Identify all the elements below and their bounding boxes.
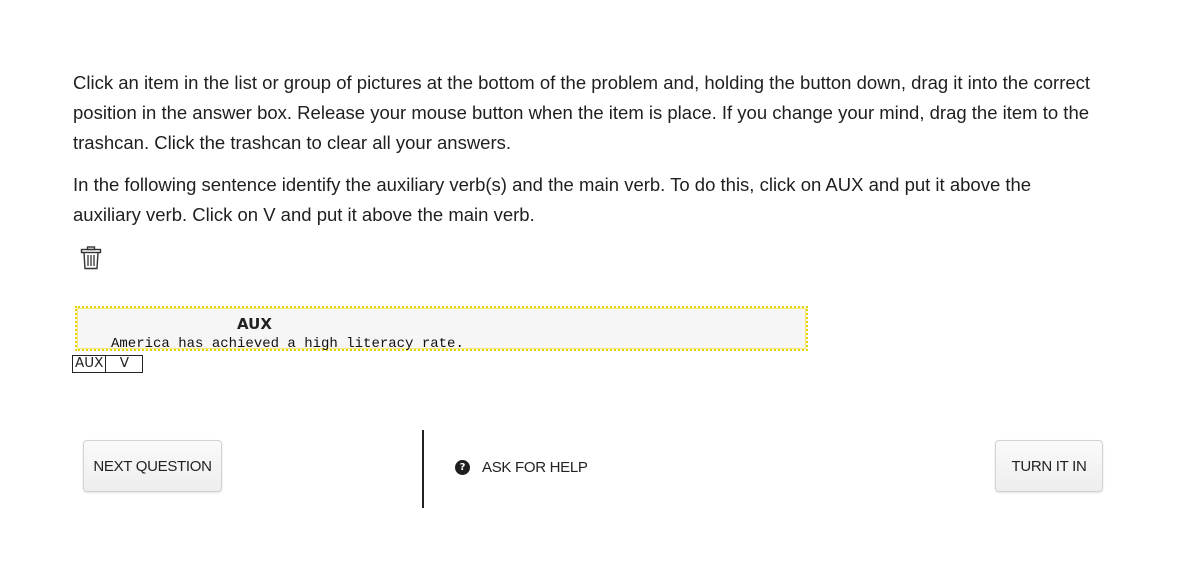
turn-it-in-button[interactable]: TURN IT IN bbox=[995, 440, 1103, 492]
instructions: Click an item in the list or group of pi… bbox=[73, 68, 1103, 230]
answer-box[interactable]: AUX America has achieved a high literacy… bbox=[75, 306, 808, 352]
trash-icon-graphic bbox=[80, 246, 102, 270]
ask-for-help-button[interactable]: ? ASK FOR HELP bbox=[455, 459, 588, 476]
answer-sentence: America has achieved a high literacy rat… bbox=[111, 336, 464, 352]
footer-divider bbox=[422, 430, 424, 508]
next-question-button[interactable]: NEXT QUESTION bbox=[83, 440, 222, 492]
instructions-paragraph-2: In the following sentence identify the a… bbox=[73, 174, 1032, 225]
instructions-paragraph-1: Click an item in the list or group of pi… bbox=[73, 72, 1091, 153]
trash-icon[interactable] bbox=[80, 246, 102, 270]
draggable-tokens: AUX V bbox=[72, 355, 144, 373]
v-token[interactable]: V bbox=[106, 355, 144, 373]
placed-aux-label[interactable]: AUX bbox=[237, 315, 272, 333]
aux-token[interactable]: AUX bbox=[72, 355, 107, 373]
help-icon: ? bbox=[455, 460, 470, 475]
ask-for-help-label: ASK FOR HELP bbox=[482, 459, 588, 476]
